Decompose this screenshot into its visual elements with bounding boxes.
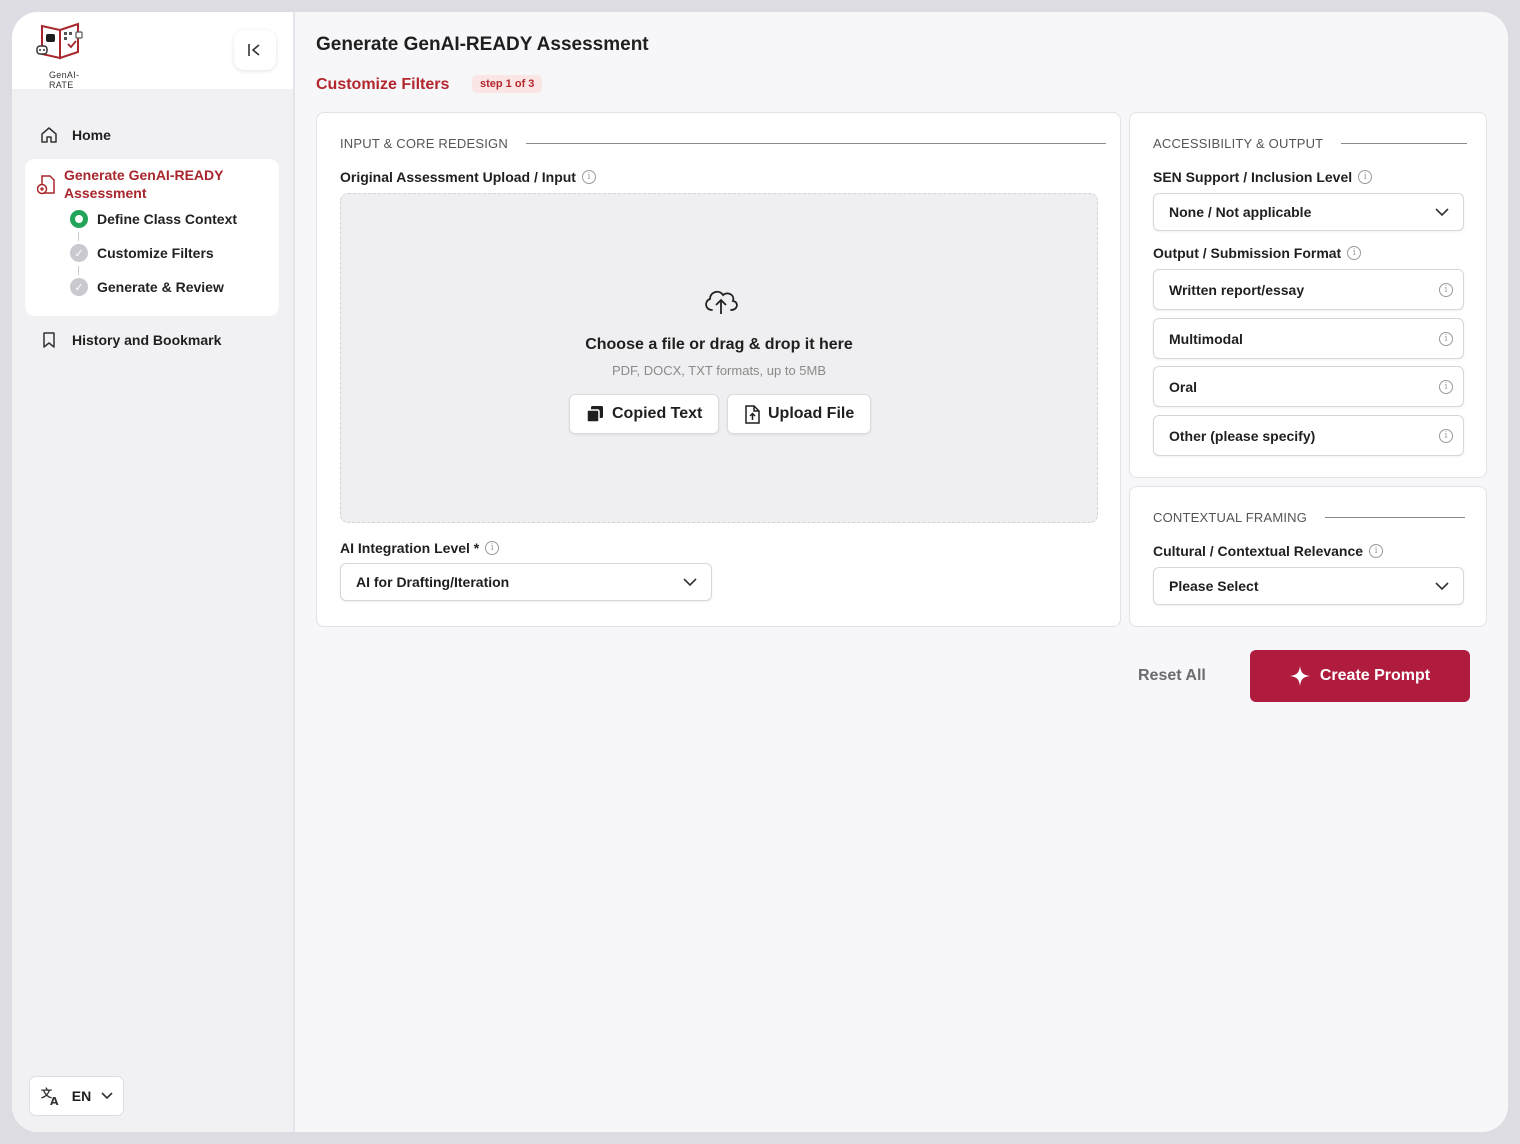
field-label: AI Integration Level *	[340, 540, 480, 556]
option-label: Written report/essay	[1169, 281, 1305, 298]
sidebar-group-generate: Generate GenAI-READY Assessment Define C…	[25, 159, 279, 316]
file-upload-icon	[745, 404, 760, 424]
step-label: Generate & Review	[97, 279, 224, 295]
chevron-down-icon	[1435, 207, 1449, 216]
button-label: Copied Text	[612, 405, 703, 422]
info-icon[interactable]: i	[1358, 170, 1373, 184]
chevron-down-icon	[101, 1092, 113, 1100]
dropzone-title: Choose a file or drag & drop it here	[585, 336, 853, 353]
collapse-icon	[248, 44, 260, 56]
bookmark-icon	[43, 332, 55, 348]
accessibility-output-card: ACCESSIBILITY & OUTPUT SEN Support / Inc…	[1129, 112, 1487, 478]
copy-icon	[586, 406, 603, 423]
divider	[1325, 517, 1466, 518]
check-icon: ✓	[70, 278, 88, 296]
app-logo[interactable]: GenAI-RATE	[30, 20, 96, 90]
upload-file-button[interactable]: Upload File	[727, 394, 872, 434]
app-screen: GenAI-RATE Home Generate GenAI-READY Ass…	[12, 12, 1508, 1132]
sidebar-item-label: History and Bookmark	[72, 332, 222, 348]
upload-label: Original Assessment Upload / Input i	[340, 169, 596, 185]
language-code: EN	[71, 1088, 92, 1104]
field-label: Output / Submission Format	[1153, 245, 1342, 261]
home-icon	[41, 127, 57, 143]
info-icon[interactable]: i	[1369, 544, 1384, 558]
step-badge: step 1 of 3	[472, 75, 543, 93]
format-label: Output / Submission Format i	[1153, 245, 1362, 261]
format-option-oral[interactable]: Oral i	[1153, 366, 1464, 407]
sidebar: GenAI-RATE Home Generate GenAI-READY Ass…	[12, 12, 295, 1132]
logo-text: GenAI-RATE	[49, 70, 80, 90]
info-icon[interactable]: i	[485, 541, 500, 555]
info-icon[interactable]: i	[1439, 428, 1453, 443]
section-heading-text: ACCESSIBILITY & OUTPUT	[1153, 136, 1324, 151]
ai-level-label: AI Integration Level * i	[340, 540, 500, 556]
option-label: Oral	[1169, 378, 1198, 395]
collapse-sidebar-button[interactable]	[234, 30, 276, 70]
format-option-other[interactable]: Other (please specify) i	[1153, 415, 1464, 456]
section-heading-text: INPUT & CORE REDESIGN	[340, 136, 508, 151]
button-label: Create Prompt	[1319, 667, 1431, 684]
translate-icon: 文 A	[41, 1086, 59, 1106]
sen-select[interactable]: None / Not applicable	[1153, 193, 1464, 231]
button-label: Upload File	[768, 405, 855, 422]
copied-text-button[interactable]: Copied Text	[569, 394, 720, 434]
page-title: Generate GenAI-READY Assessment	[316, 34, 649, 55]
sen-label: SEN Support / Inclusion Level i	[1153, 169, 1373, 185]
sparkle-icon	[1289, 666, 1310, 686]
file-dropzone[interactable]: Choose a file or drag & drop it here PDF…	[340, 193, 1098, 523]
step-generate-review[interactable]: ✓ Generate & Review	[70, 278, 224, 296]
step-connector	[78, 266, 79, 275]
field-label: Original Assessment Upload / Input	[340, 169, 576, 185]
contextual-framing-card: CONTEXTUAL FRAMING Cultural / Contextual…	[1129, 486, 1487, 627]
cloud-upload-icon	[705, 290, 738, 314]
sidebar-item-history[interactable]: History and Bookmark	[40, 331, 221, 349]
info-icon[interactable]: i	[1439, 282, 1453, 297]
device-frame: GenAI-RATE Home Generate GenAI-READY Ass…	[0, 0, 1520, 1144]
main-content: Generate GenAI-READY Assessment Customiz…	[295, 12, 1508, 1132]
format-option-written[interactable]: Written report/essay i	[1153, 269, 1464, 310]
language-selector[interactable]: 文 A EN	[29, 1076, 124, 1116]
sidebar-item-home[interactable]: Home	[40, 126, 111, 144]
reset-all-button[interactable]: Reset All	[1138, 667, 1206, 685]
sidebar-header: GenAI-RATE	[12, 12, 293, 90]
step-define-class-context[interactable]: Define Class Context	[70, 210, 237, 228]
info-icon[interactable]: i	[1439, 331, 1453, 346]
cultural-label: Cultural / Contextual Relevance i	[1153, 543, 1384, 559]
option-label: Other (please specify)	[1169, 427, 1316, 444]
info-icon[interactable]: i	[1439, 379, 1453, 394]
sidebar-item-generate[interactable]: Generate GenAI-READY Assessment	[64, 166, 264, 202]
cultural-select[interactable]: Please Select	[1153, 567, 1464, 605]
divider	[525, 143, 1106, 144]
ai-level-select[interactable]: AI for Drafting/Iteration	[340, 563, 712, 601]
step-customize-filters[interactable]: ✓ Customize Filters	[70, 244, 214, 262]
step-connector	[78, 232, 79, 241]
chevron-down-icon	[1435, 581, 1449, 590]
info-icon[interactable]: i	[581, 170, 596, 184]
select-value: Please Select	[1169, 578, 1259, 594]
info-icon[interactable]: i	[1347, 246, 1362, 260]
section-heading: CONTEXTUAL FRAMING	[1153, 510, 1466, 525]
option-label: Multimodal	[1169, 330, 1243, 347]
dropzone-hint: PDF, DOCX, TXT formats, up to 5MB	[611, 363, 827, 378]
field-label: Cultural / Contextual Relevance	[1153, 543, 1364, 559]
step-label: Customize Filters	[97, 245, 214, 261]
chevron-down-icon	[683, 577, 697, 586]
svg-text:A: A	[50, 1095, 59, 1106]
step-label: Define Class Context	[97, 211, 238, 227]
check-icon: ✓	[70, 244, 88, 262]
input-core-card: INPUT & CORE REDESIGN Original Assessmen…	[316, 112, 1121, 627]
format-option-multimodal[interactable]: Multimodal i	[1153, 318, 1464, 359]
section-heading: INPUT & CORE REDESIGN	[340, 136, 1106, 151]
step-active-indicator	[70, 210, 88, 228]
document-add-icon	[37, 175, 55, 195]
select-value: None / Not applicable	[1169, 204, 1312, 220]
step-title: Customize Filters	[316, 76, 450, 93]
create-prompt-button[interactable]: Create Prompt	[1250, 650, 1470, 702]
section-heading: ACCESSIBILITY & OUTPUT	[1153, 136, 1468, 151]
select-value: AI for Drafting/Iteration	[356, 574, 510, 590]
sidebar-item-label: Home	[72, 127, 111, 143]
section-heading-text: CONTEXTUAL FRAMING	[1153, 510, 1308, 525]
field-label: SEN Support / Inclusion Level	[1153, 169, 1353, 185]
divider	[1341, 143, 1468, 144]
